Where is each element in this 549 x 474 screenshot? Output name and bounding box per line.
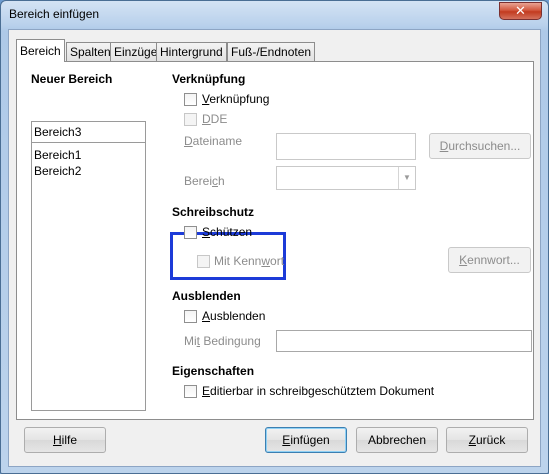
- new-section-heading: Neuer Bereich: [31, 72, 113, 86]
- link-checkbox[interactable]: [184, 93, 197, 106]
- tab-page-bereich: Neuer Bereich Bereich1 Bereich2 Bereich3…: [16, 61, 534, 420]
- insert-button[interactable]: Einfügen: [265, 427, 347, 453]
- editable-checkbox-label: Editierbar in schreibgeschütztem Dokumen…: [202, 384, 435, 398]
- tab-hintergrund[interactable]: Hintergrund: [156, 42, 227, 61]
- hide-checkbox[interactable]: [184, 310, 197, 323]
- password-button[interactable]: Kennwort...: [448, 247, 531, 273]
- password-checkbox-label: Mit Kennwort: [214, 254, 285, 268]
- protect-checkbox-label: Schützen: [202, 225, 253, 239]
- write-protection-heading: Schreibschutz: [172, 205, 255, 219]
- help-button[interactable]: Hilfe: [24, 427, 106, 453]
- cancel-button[interactable]: Abbrechen: [356, 427, 438, 453]
- section-select-label: Bereich: [184, 174, 225, 188]
- browse-button[interactable]: Durchsuchen...: [429, 133, 531, 159]
- section-name-input[interactable]: Bereich3: [31, 121, 146, 143]
- close-button[interactable]: ✕: [499, 2, 542, 20]
- close-icon: ✕: [515, 3, 526, 18]
- link-heading: Verknüpfung: [172, 72, 246, 86]
- filename-input[interactable]: [276, 133, 416, 160]
- tab-einzuege[interactable]: Einzüge: [110, 42, 162, 61]
- password-checkbox[interactable]: [197, 255, 210, 268]
- condition-input[interactable]: [276, 330, 532, 352]
- chevron-down-icon: ▼: [398, 167, 415, 189]
- filename-label: Dateiname: [184, 134, 243, 148]
- dialog-window: Bereich einfügen ✕ Bereich Spalten Einzü…: [0, 0, 549, 474]
- link-checkbox-label: Verknüpfung: [202, 92, 270, 106]
- protect-checkbox[interactable]: [184, 226, 197, 239]
- window-title: Bereich einfügen: [9, 7, 100, 21]
- section-list[interactable]: Bereich1 Bereich2: [31, 121, 146, 411]
- dialog-body: Bereich Spalten Einzüge Hintergrund Fuß-…: [8, 29, 541, 467]
- title-bar[interactable]: Bereich einfügen ✕: [1, 1, 548, 29]
- back-button[interactable]: Zurück: [446, 427, 528, 453]
- tab-bereich[interactable]: Bereich: [16, 39, 65, 62]
- dde-checkbox[interactable]: [184, 113, 197, 126]
- list-item[interactable]: Bereich2: [34, 164, 81, 178]
- condition-label: Mit Bedingung: [184, 334, 261, 348]
- list-item[interactable]: Bereich1: [34, 148, 81, 162]
- dde-checkbox-label: DDE: [202, 112, 228, 126]
- editable-checkbox[interactable]: [184, 385, 197, 398]
- section-select[interactable]: ▼: [276, 166, 416, 190]
- tab-fussnoten[interactable]: Fuß-/Endnoten: [227, 42, 316, 61]
- properties-heading: Eigenschaften: [172, 364, 255, 378]
- tab-spalten[interactable]: Spalten: [66, 42, 115, 61]
- hide-checkbox-label: Ausblenden: [202, 309, 266, 323]
- hide-heading: Ausblenden: [172, 289, 241, 303]
